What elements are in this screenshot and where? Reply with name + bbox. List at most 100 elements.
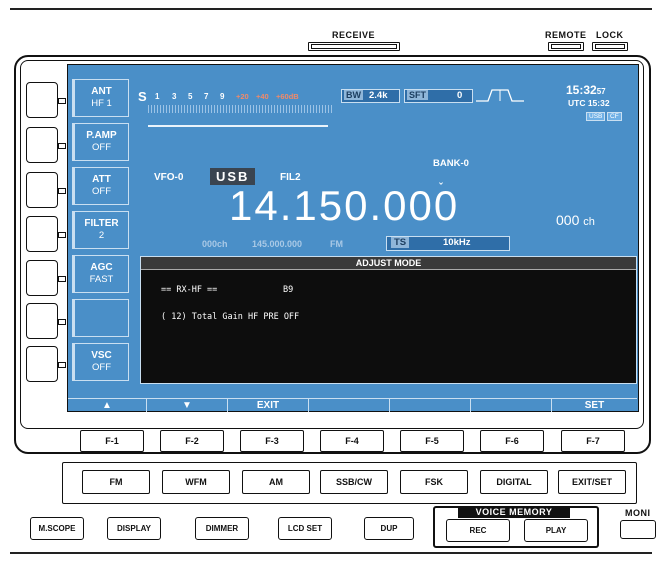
- sft-value: 0: [457, 90, 463, 101]
- s-meter-baseline: [148, 125, 328, 127]
- s-meter-tick-1: 1: [155, 92, 160, 101]
- side-key-7-marker: [58, 362, 66, 368]
- s-meter-tick-7: 7: [204, 92, 209, 101]
- screen-btn-ant-value: HF 1: [91, 98, 112, 109]
- adjust-line-1-left: == RX-HF ==: [161, 285, 218, 295]
- play-key[interactable]: PLAY: [524, 519, 588, 542]
- clock-seconds: 57: [596, 87, 606, 96]
- bw-label: BW: [344, 90, 363, 100]
- receive-indicator: [308, 42, 400, 51]
- exit-set-key[interactable]: EXIT/SET: [558, 470, 626, 494]
- screen-btn-ant-title: ANT: [91, 86, 112, 97]
- mscope-key[interactable]: M.SCOPE: [30, 517, 84, 540]
- badge-cf: CF: [607, 112, 622, 121]
- side-key-7[interactable]: [26, 346, 58, 382]
- dimmer-key[interactable]: DIMMER: [195, 517, 249, 540]
- bottom-rule: [10, 552, 652, 554]
- bw-box: BW 2.4k: [341, 89, 400, 103]
- side-key-2[interactable]: [26, 127, 58, 163]
- ts-label: TS: [391, 237, 410, 248]
- frequency-display: 14.150.000: [229, 182, 460, 229]
- tab-blank-5[interactable]: [390, 398, 471, 412]
- remote-indicator: [548, 42, 584, 51]
- sft-box: SFT 0: [404, 89, 473, 103]
- screen-btn-vsc[interactable]: VSC OFF: [72, 343, 129, 381]
- digital-key[interactable]: DIGITAL: [480, 470, 548, 494]
- bw-value: 2.4k: [369, 90, 388, 101]
- screen-btn-att-value: OFF: [92, 186, 111, 197]
- sub-channel: 000ch: [202, 239, 228, 249]
- screen-btn-att-title: ATT: [92, 174, 111, 185]
- screen-btn-pamp-title: P.AMP: [86, 130, 117, 141]
- side-key-2-marker: [58, 143, 66, 149]
- side-key-5[interactable]: [26, 260, 58, 296]
- rec-key[interactable]: REC: [446, 519, 510, 542]
- side-key-6[interactable]: [26, 303, 58, 339]
- side-key-1[interactable]: [26, 82, 58, 118]
- side-key-4[interactable]: [26, 216, 58, 252]
- ssb-cw-key[interactable]: SSB/CW: [320, 470, 388, 494]
- f3-key[interactable]: F-3: [240, 430, 304, 452]
- moni-key[interactable]: [620, 520, 656, 539]
- receive-label: RECEIVE: [332, 30, 376, 40]
- clock: 15:3257: [566, 83, 606, 97]
- sft-label: SFT: [407, 90, 428, 100]
- f2-key[interactable]: F-2: [160, 430, 224, 452]
- f1-key[interactable]: F-1: [80, 430, 144, 452]
- lcd-set-key[interactable]: LCD SET: [278, 517, 332, 540]
- channel-number: 000 ch: [556, 212, 595, 228]
- top-rule: [10, 8, 652, 10]
- side-key-6-marker: [58, 319, 66, 325]
- tab-blank-6[interactable]: [471, 398, 552, 412]
- fsk-key[interactable]: FSK: [400, 470, 468, 494]
- bank-display: BANK-0: [433, 158, 469, 169]
- screen-btn-pamp-value: OFF: [92, 142, 111, 153]
- s-meter-tick-5: 5: [188, 92, 193, 101]
- passband-icon: [476, 89, 524, 102]
- tuning-cursor-icon: ˇ: [439, 182, 443, 194]
- screen-btn-blank[interactable]: [72, 299, 129, 337]
- moni-label: MONI: [625, 508, 651, 518]
- ts-box[interactable]: TS 10kHz: [386, 236, 510, 251]
- lock-label: LOCK: [596, 30, 624, 40]
- s-meter-tick-plus60: +60dB: [276, 92, 299, 101]
- s-meter-label: S: [138, 89, 147, 104]
- side-key-5-marker: [58, 276, 66, 282]
- side-key-3[interactable]: [26, 172, 58, 208]
- channel-value: 000: [556, 212, 580, 228]
- s-meter-tick-plus40: +40: [256, 92, 269, 101]
- remote-label: REMOTE: [545, 30, 587, 40]
- lock-indicator: [592, 42, 628, 51]
- adjust-line-1-right: B9: [283, 285, 294, 295]
- screen-btn-filter[interactable]: FILTER 2: [72, 211, 129, 249]
- tab-blank-4[interactable]: [309, 398, 390, 412]
- wfm-key[interactable]: WFM: [162, 470, 230, 494]
- screen-btn-agc[interactable]: AGC FAST: [72, 255, 129, 293]
- s-meter-tick-3: 3: [172, 92, 177, 101]
- screen-btn-ant[interactable]: ANT HF 1: [72, 79, 129, 117]
- badge-usb: USB: [586, 112, 606, 121]
- sub-frequency: 145.000.000: [252, 239, 303, 249]
- vfo-label: VFO-0: [154, 172, 184, 183]
- side-key-3-marker: [58, 188, 66, 194]
- am-key[interactable]: AM: [242, 470, 310, 494]
- screen-btn-vsc-title: VSC: [91, 350, 112, 361]
- adjust-line-2: ( 12) Total Gain HF PRE OFF: [161, 312, 300, 322]
- f7-key[interactable]: F-7: [561, 430, 625, 452]
- s-meter-tick-9: 9: [220, 92, 225, 101]
- lcd-screen: ANT HF 1 P.AMP OFF ATT OFF FILTER 2 AGC …: [67, 64, 639, 412]
- tab-down[interactable]: ▼: [147, 398, 228, 412]
- screen-btn-att[interactable]: ATT OFF: [72, 167, 129, 205]
- ts-value: 10kHz: [443, 237, 471, 248]
- tab-up[interactable]: ▲: [68, 398, 147, 412]
- f6-key[interactable]: F-6: [480, 430, 544, 452]
- screen-btn-agc-value: FAST: [89, 274, 114, 285]
- f4-key[interactable]: F-4: [320, 430, 384, 452]
- dup-key[interactable]: DUP: [364, 517, 414, 540]
- display-key[interactable]: DISPLAY: [107, 517, 161, 540]
- fm-key[interactable]: FM: [82, 470, 150, 494]
- f5-key[interactable]: F-5: [400, 430, 464, 452]
- tab-set[interactable]: SET: [552, 398, 637, 412]
- screen-btn-pamp[interactable]: P.AMP OFF: [72, 123, 129, 161]
- tab-exit[interactable]: EXIT: [228, 398, 309, 412]
